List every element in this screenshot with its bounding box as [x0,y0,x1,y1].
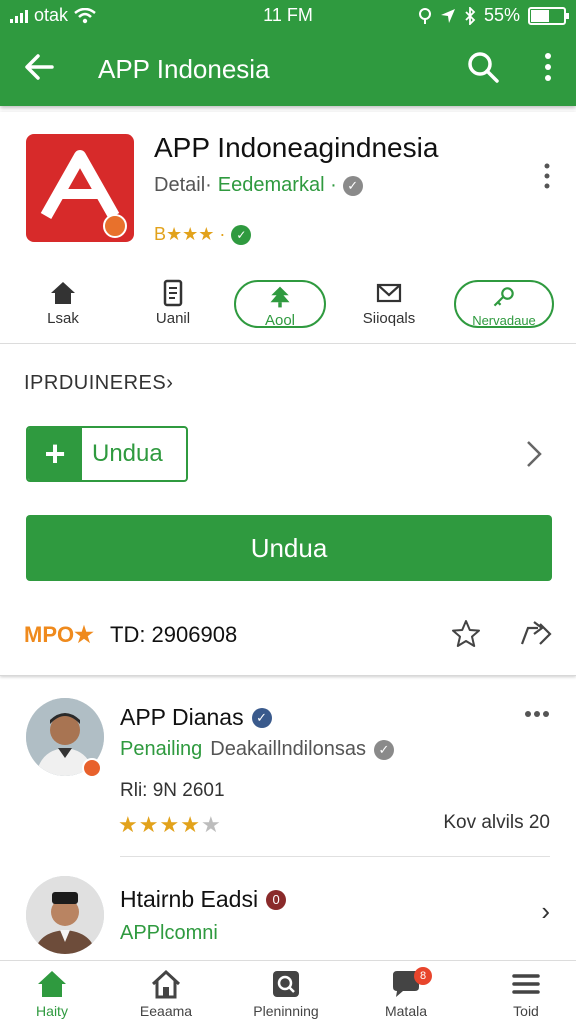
menu-icon [512,974,540,994]
action-home[interactable]: Lsak [20,278,106,338]
nav-label: Haity [36,1003,68,1019]
action-label: Lsak [47,310,79,327]
list-item-sub-green: Penailing [120,738,203,760]
meta-text: TD: 2906908 [110,622,238,647]
action-row: Lsak Uanil Aool Siioqals Nervadaue [0,278,576,344]
verified-icon: ✓ [251,707,272,728]
action-key[interactable]: Nervadaue [454,280,554,328]
chevron-right-icon[interactable] [524,438,544,470]
divider [120,856,550,857]
nav-label: Pleninning [253,1003,319,1019]
list-item[interactable]: Htairnb Eadsi 0 APPlcomni › [0,860,576,958]
online-badge [82,758,102,778]
verified-icon: 0 [266,889,287,910]
home-icon [51,282,75,304]
install-small-button[interactable]: + Undua [26,426,188,482]
app-logo-graphic [40,150,127,238]
nav-item-house[interactable]: Eeaama [116,967,216,1019]
star-empty-icon: ★ [200,812,222,837]
status-right: 55% [418,5,569,26]
battery-percent: 55% [483,5,520,25]
meta-tag: MPO★ [24,622,94,647]
verified-icon: ✓ [342,175,363,196]
more-vert-icon[interactable] [538,50,558,84]
bluetooth-icon [465,6,476,25]
app-bar: APP Indonesia [0,34,576,102]
editor-choice-icon: ✓ [231,224,252,245]
star-outline-icon[interactable] [450,618,482,650]
action-label: Uanil [155,310,191,327]
list-item-subtitle: APPlcomni [120,922,218,945]
battery-fill [531,9,549,22]
app-name: APP Indoneagindnesia [154,132,439,163]
install-button[interactable]: Undua [26,515,552,581]
rating-text: B★★★ · [154,224,226,244]
rating-stars: ★★★★★ [118,812,222,838]
key-icon [493,287,514,307]
list-item-title: APP Dianas ✓ [120,704,272,731]
list-item-sub-rest: Deakaillndilonsas [210,738,366,760]
nav-item-search[interactable]: Pleninning [236,967,336,1019]
page-title: APP Indonesia [98,54,270,84]
status-bar: otak 11 FM 55% [0,0,576,32]
developer-link[interactable]: Eedemarkal · [218,174,337,197]
search-box-icon [273,971,299,997]
section-label[interactable]: IPRDUINERES› [24,372,173,395]
nav-label: Matala [384,1003,428,1019]
list-item-subtitle: Penailing Deakaillndilonsas ✓ [120,738,394,761]
star-filled-icon: ★ [159,812,181,837]
list-item[interactable]: APP Dianas ✓ Penailing Deakaillndilonsas… [0,676,576,857]
share-icon[interactable] [518,618,554,650]
card-more-icon[interactable] [542,162,552,190]
list-item-title-text: APP Dianas [120,704,244,730]
mail-icon [376,283,402,303]
nav-item-chat[interactable]: 8 Matala [356,967,456,1019]
action-mail[interactable]: Siioqals [344,278,434,338]
top-bar: otak 11 FM 55% APP Indonesia [0,0,576,106]
app-logo-icon [26,134,134,242]
plus-icon: + [28,428,82,480]
meta-row: MPO★ TD: 2906908 [24,618,554,652]
document-icon [163,279,183,307]
install-small-label: Undua [92,440,163,467]
star-filled-icon: ★ [180,812,201,837]
alarm-icon [418,7,431,24]
more-horiz-icon[interactable] [524,710,550,718]
action-label: Aool [264,312,296,329]
list-item-right-text: Kov alvils 20 [443,812,550,833]
action-label: Nervadaue [472,313,536,328]
app-card: APP Indoneagindnesia Detail· Eedemarkal … [0,112,576,676]
list-item-meta: Rli: 9N 2601 [120,780,225,801]
tree-icon [270,286,290,308]
chevron-right-icon[interactable]: › [541,896,550,927]
avatar-portrait [26,876,104,954]
action-tree[interactable]: Aool [234,280,326,329]
house-icon [151,969,181,999]
screen: otak 11 FM 55% APP Indonesia APP Indonea… [0,0,576,1024]
app-subtitle: Detail· Eedemarkal · ✓ [154,174,363,197]
nav-item-menu[interactable]: Toid [476,967,576,1019]
search-icon[interactable] [466,50,500,84]
avatar [26,876,104,954]
star-filled-icon: ★ [118,812,139,837]
action-document[interactable]: Uanil [130,278,216,338]
app-rating: B★★★ · ✓ [154,224,252,245]
notification-badge: 8 [414,967,432,985]
list-item-title: Htairnb Eadsi 0 [120,886,287,913]
list-item-title-text: Htairnb Eadsi [120,886,259,912]
nav-item-home[interactable]: Haity [2,967,102,1019]
home-icon [38,971,66,997]
location-arrow-icon [440,8,455,23]
app-sub-label: Detail· [154,174,212,196]
list-item-sub-green: APPlcomni [120,922,218,944]
battery-icon [528,6,569,25]
nav-label: Eeaama [139,1003,193,1019]
star-filled-icon: ★ [138,812,160,837]
back-arrow-icon[interactable] [22,50,56,84]
action-label: Siioqals [362,310,416,327]
bottom-navigation: Haity Eeaama Pleninning 8 Matala Toid [0,960,576,1024]
verified-icon: ✓ [373,739,394,760]
nav-label: Toid [513,1003,539,1019]
